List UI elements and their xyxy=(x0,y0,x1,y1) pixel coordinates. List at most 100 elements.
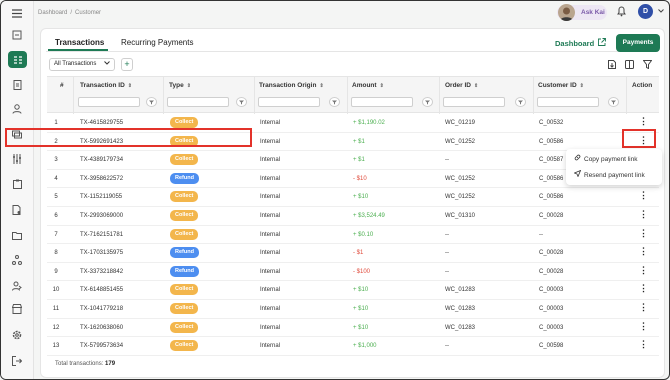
table-row[interactable]: 11 TX-1041779218 Collect Internal + $10 WC_01… xyxy=(47,300,659,319)
amount: + $1 xyxy=(353,138,365,145)
customer-id: C_00028 xyxy=(539,213,564,219)
tab-transactions[interactable]: Transactions xyxy=(55,38,104,47)
order-id: WC_01283 xyxy=(445,324,476,331)
type-badge: Collect xyxy=(170,303,199,314)
customer-id: C_00586 xyxy=(539,194,564,201)
folder-icon[interactable] xyxy=(10,228,24,242)
transaction-id: TX-7162151781 xyxy=(80,231,124,238)
sort-icon[interactable]: ⇕ xyxy=(187,83,191,89)
network-icon[interactable] xyxy=(10,253,24,267)
chevron-down-icon xyxy=(104,59,110,70)
tab-recurring-payments[interactable]: Recurring Payments xyxy=(121,38,193,47)
resend-payment-link-item[interactable]: Resend payment link xyxy=(573,169,645,179)
table-row[interactable]: 12 TX-1620638060 Collect Internal + $10 WC_01… xyxy=(47,318,659,338)
order-id: WC_01252 xyxy=(445,194,476,201)
type-badge: Collect xyxy=(170,117,199,128)
row-actions-icon[interactable]: ⋮ xyxy=(639,321,648,333)
payments-button[interactable]: Payments xyxy=(616,34,660,52)
menu-icon[interactable] xyxy=(10,6,24,20)
row-actions-icon[interactable]: ⋮ xyxy=(639,283,648,295)
type-badge: Collect xyxy=(170,210,199,221)
logout-icon[interactable] xyxy=(10,354,24,368)
row-actions-icon[interactable]: ⋮ xyxy=(639,339,648,351)
column-divider xyxy=(626,77,627,114)
amount: - $1 xyxy=(353,250,364,257)
file-settings-icon[interactable] xyxy=(10,203,24,217)
transaction-filter-select[interactable]: All Transactions xyxy=(49,58,115,71)
sliders-icon[interactable] xyxy=(10,152,24,166)
transaction-origin: Internal xyxy=(260,287,281,294)
columns-icon[interactable] xyxy=(625,60,634,71)
sort-icon[interactable]: ⇕ xyxy=(319,83,323,89)
transaction-origin: Internal xyxy=(260,157,281,164)
row-number: 9 xyxy=(54,268,58,275)
row-actions-icon[interactable]: ⋮ xyxy=(639,246,648,258)
table-row[interactable]: 7 TX-7162151781 Collect Internal + $0.10 -- --… xyxy=(47,225,659,245)
sort-icon[interactable]: ⇕ xyxy=(580,83,584,89)
column-filter-icon[interactable] xyxy=(329,97,340,107)
table-row[interactable]: 13 TX-5799573634 Collect Internal + $1,000 --… xyxy=(47,337,659,356)
transactions-icon[interactable] xyxy=(8,51,27,68)
row-number: 5 xyxy=(54,194,58,201)
copy-payment-link-item[interactable]: Copy payment link xyxy=(574,154,637,163)
export-icon[interactable] xyxy=(608,60,616,71)
table-row[interactable]: 9 TX-3373218842 Refund Internal - $100 -- C_00… xyxy=(47,262,659,282)
header-amount[interactable]: Amount ⇕ xyxy=(352,82,384,89)
user-avatar[interactable]: D xyxy=(638,4,653,19)
column-filter-icon[interactable] xyxy=(146,97,157,107)
filter-icon[interactable] xyxy=(642,60,653,71)
header-transaction-id[interactable]: Transaction ID ⇕ xyxy=(80,82,132,89)
transaction-origin: Internal xyxy=(260,194,281,201)
store-icon[interactable] xyxy=(10,302,24,316)
type-badge: Collect xyxy=(170,284,199,296)
column-filter-icon[interactable] xyxy=(608,97,619,107)
header-type[interactable]: Type ⇕ xyxy=(169,82,191,89)
row-actions-icon[interactable]: ⋮ xyxy=(639,116,648,128)
customer-id: C_00003 xyxy=(539,324,564,331)
external-link-icon[interactable] xyxy=(598,38,606,48)
sort-icon[interactable]: ⇕ xyxy=(474,83,478,89)
send-icon xyxy=(573,169,584,179)
header-transaction-origin[interactable]: Transaction Origin ⇕ xyxy=(259,82,324,89)
table-row[interactable]: 5 TX-1152119055 Collect Internal + $10 WC_012… xyxy=(47,188,659,207)
header-order-id[interactable]: Order ID ⇕ xyxy=(445,82,478,89)
column-filter-icon[interactable] xyxy=(422,97,433,107)
row-actions-icon[interactable]: ⋮ xyxy=(639,265,648,277)
type-search-input[interactable] xyxy=(167,97,229,107)
origin-search-input[interactable] xyxy=(258,97,320,107)
order-id-search-input[interactable] xyxy=(443,97,505,107)
amount: + $1 xyxy=(353,157,365,164)
order-id: -- xyxy=(445,250,449,257)
table-row[interactable]: 6 TX-2993069000 Collect Internal + $3,524.49… xyxy=(47,207,659,226)
gear-icon[interactable] xyxy=(10,328,24,342)
bell-icon[interactable] xyxy=(617,6,626,19)
clipboard-icon[interactable] xyxy=(10,177,24,191)
header-action: Action xyxy=(632,82,653,89)
row-actions-icon[interactable]: ⋮ xyxy=(639,209,648,221)
transaction-id-search-input[interactable] xyxy=(78,97,140,107)
order-id: WC_01310 xyxy=(445,213,476,219)
breadcrumb-parent[interactable]: Dashboard xyxy=(38,10,67,16)
sort-icon[interactable]: ⇕ xyxy=(128,83,132,89)
add-filter-button[interactable]: + xyxy=(121,58,133,71)
column-divider xyxy=(163,77,164,114)
sort-icon[interactable]: ⇕ xyxy=(380,83,384,89)
column-filter-icon[interactable] xyxy=(236,97,247,107)
order-id: WC_01219 xyxy=(445,120,476,126)
table-row[interactable]: 10 TX-6148851455 Collect Internal + $10 WC_01… xyxy=(47,281,659,300)
document-icon[interactable] xyxy=(10,78,24,92)
row-actions-icon[interactable]: ⋮ xyxy=(639,228,648,240)
table-row[interactable]: 8 TX-1703135975 Refund Internal - $1 -- C_0002… xyxy=(47,244,659,263)
scan-icon[interactable] xyxy=(10,28,24,42)
dashboard-link[interactable]: Dashboard xyxy=(555,39,594,48)
chevron-down-icon[interactable] xyxy=(658,8,664,15)
transaction-id: TX-6148851455 xyxy=(80,287,124,294)
customer-id-search-input[interactable] xyxy=(537,97,599,107)
row-actions-icon[interactable]: ⋮ xyxy=(639,302,648,314)
header-customer-id[interactable]: Customer ID ⇕ xyxy=(538,82,584,89)
column-filter-icon[interactable] xyxy=(515,97,526,107)
user-switch-icon[interactable] xyxy=(10,279,24,293)
row-actions-icon[interactable]: ⋮ xyxy=(639,190,648,202)
user-icon[interactable] xyxy=(10,102,24,116)
amount-search-input[interactable] xyxy=(351,97,413,107)
